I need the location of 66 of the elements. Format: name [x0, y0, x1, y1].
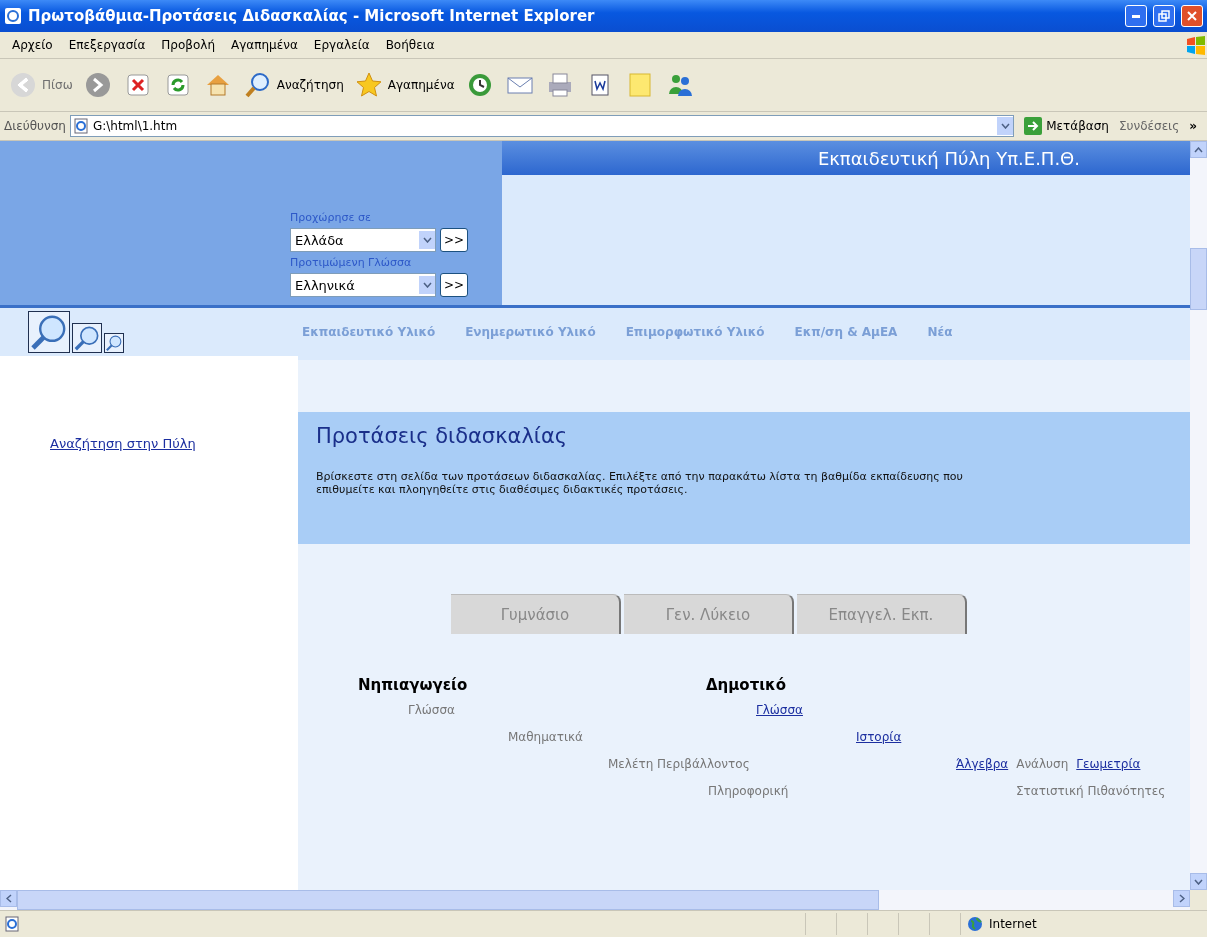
page-icon	[4, 916, 20, 932]
go-button[interactable]: >>	[440, 273, 469, 297]
search-button[interactable]: Αναζήτηση	[240, 68, 346, 102]
scroll-thumb[interactable]	[1190, 248, 1207, 310]
menu-item[interactable]: Αρχείο	[4, 36, 61, 54]
page-icon	[72, 118, 89, 134]
page-heading: Προτάσεις διδασκαλίας	[316, 424, 569, 448]
chevron-down-icon	[1000, 123, 1010, 129]
close-icon	[1187, 11, 1197, 21]
field-label: Προτιμώμενη Γλώσσα	[290, 256, 413, 269]
subject-link[interactable]: Γεωμετρία	[1076, 756, 1141, 771]
zoom-button[interactable]	[28, 311, 70, 353]
chevron-left-icon	[5, 894, 12, 903]
intro-text: Βρίσκεστε στη σελίδα των προτάσεων διδασκαλίας. Επιλέξτε από την παρακάτω λίστα τη βαθμίδα εκπαίδευσης που επιθυμείτε και πλοηγηθείτε στις διαθέσιμες διδακτικές προτάσεις.	[316, 470, 964, 496]
subject-label: Στατιστική Πιθανότητες	[1016, 783, 1166, 798]
minimize-icon	[1132, 14, 1140, 18]
globe-icon	[967, 916, 983, 932]
restore-button[interactable]	[1153, 5, 1175, 27]
go-button[interactable]: Μετάβαση	[1018, 117, 1115, 135]
level-heading: Νηπιαγωγείο	[358, 676, 469, 694]
chevron-right-icon	[1178, 894, 1185, 903]
level-heading: Δημοτικό	[706, 676, 787, 694]
links-label: Συνδέσεις	[1118, 119, 1180, 133]
browser-icon	[4, 7, 22, 25]
go-button[interactable]: >>	[440, 228, 469, 252]
portal-title: Εκπαιδευτική Πύλη Υπ.Ε.Π.Θ.	[502, 141, 1190, 175]
chevron-down-icon	[1194, 878, 1203, 885]
chevron-up-icon	[1194, 146, 1203, 153]
zoom-button[interactable]	[104, 333, 124, 353]
menu-item[interactable]: Προβολή	[153, 36, 224, 54]
more-button[interactable]: »	[1183, 119, 1203, 133]
dropdown-button[interactable]	[997, 117, 1014, 135]
minimize-button[interactable]	[1125, 5, 1147, 27]
address-label: Διεύθυνση	[4, 119, 66, 133]
subject-link[interactable]: Γλώσσα	[756, 702, 803, 717]
horizontal-scrollbar[interactable]	[0, 890, 1207, 910]
scrollbar-corner	[1190, 890, 1207, 910]
favorites-button[interactable]: Αγαπημένα	[351, 68, 457, 102]
scroll-thumb[interactable]	[17, 890, 879, 910]
subject-link[interactable]: Ιστορία	[856, 729, 902, 744]
dropdown-field[interactable]: Ελλάδα	[290, 228, 436, 252]
subject-link[interactable]: Άλγεβρα	[956, 756, 1009, 771]
chevron-down-icon	[422, 282, 432, 288]
window-title: Πρωτοβάθμια-Προτάσεις Διδασκαλίας - Microsoft Internet Explorer	[28, 7, 596, 25]
menu-item[interactable]: Εργαλεία	[305, 36, 378, 54]
restore-icon	[1158, 10, 1170, 22]
subject-label: Μαθηματικά	[508, 729, 584, 744]
subject-label: Πληροφορική	[708, 783, 789, 798]
menu-item[interactable]: Βοήθεια	[377, 36, 443, 54]
close-button[interactable]	[1181, 5, 1203, 27]
zone-label: Internet	[989, 917, 1037, 931]
dropdown-field[interactable]: Ελληνικά	[290, 273, 436, 297]
subject-label: Ανάλυση	[1016, 756, 1069, 771]
vertical-scrollbar[interactable]	[1190, 141, 1207, 890]
windows-logo	[1185, 35, 1207, 55]
menu-item[interactable]: Επεξεργασία	[60, 36, 154, 54]
search-portal-link[interactable]: Αναζήτηση στην Πύλη	[50, 436, 196, 451]
chevron-down-icon	[422, 237, 432, 243]
subject-label: Μελέτη Περιβάλλοντος	[608, 756, 750, 771]
zoom-button[interactable]	[72, 323, 102, 353]
field-label: Προχώρησε σε	[290, 211, 372, 224]
magnifier-icon	[73, 324, 101, 352]
address-box[interactable]: G:\html\1.htm	[69, 115, 1015, 137]
menu-item[interactable]: Αγαπημένα	[223, 36, 306, 54]
magnifier-icon	[105, 334, 123, 352]
subject-label: Γλώσσα	[408, 702, 455, 717]
